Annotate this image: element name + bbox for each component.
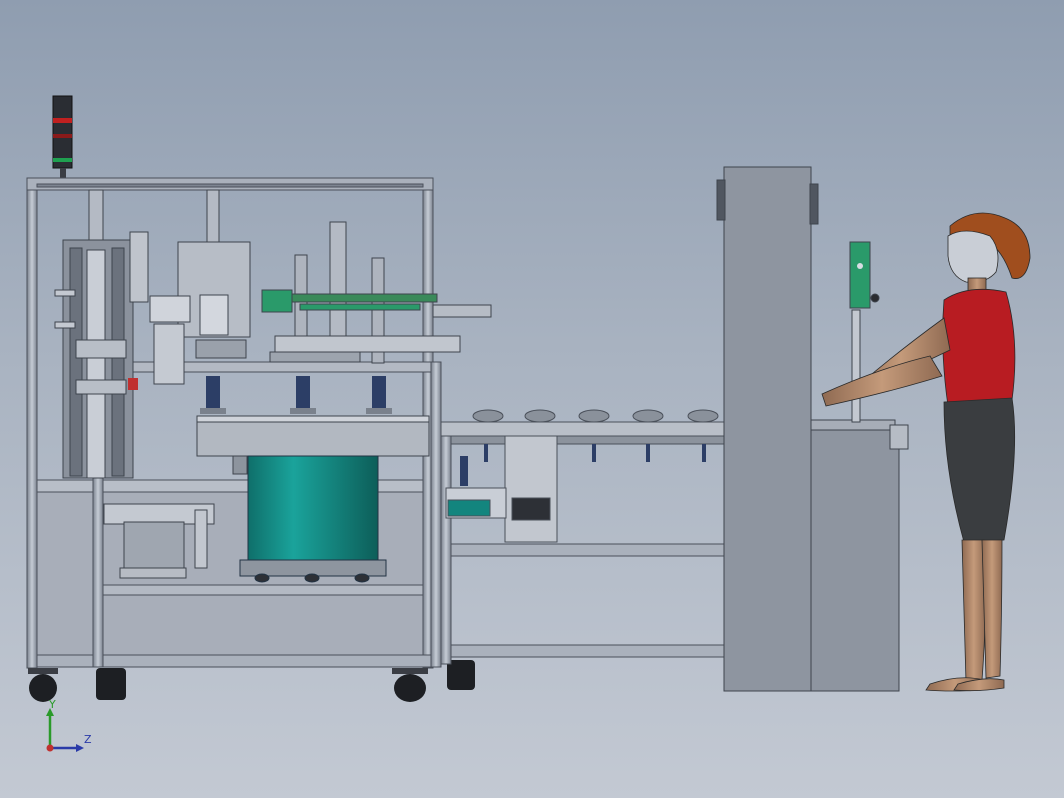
origin-dot <box>46 744 54 752</box>
transfer-gantry <box>261 221 492 364</box>
z-axis-label: Z <box>84 733 92 746</box>
conveyor <box>440 409 725 665</box>
cad-viewport[interactable]: Y Z <box>0 0 1064 798</box>
left-actuator-column <box>54 189 138 479</box>
assembly-model[interactable] <box>0 0 1064 798</box>
coordinate-triad: Y Z <box>38 698 108 760</box>
y-axis-label: Y <box>49 698 56 711</box>
teal-drum <box>239 455 387 583</box>
nozzle-heads <box>200 376 392 414</box>
press-actuator <box>129 189 251 385</box>
stack-light <box>52 95 73 178</box>
z-axis-head <box>76 744 84 752</box>
operator-cabinet <box>716 166 909 692</box>
